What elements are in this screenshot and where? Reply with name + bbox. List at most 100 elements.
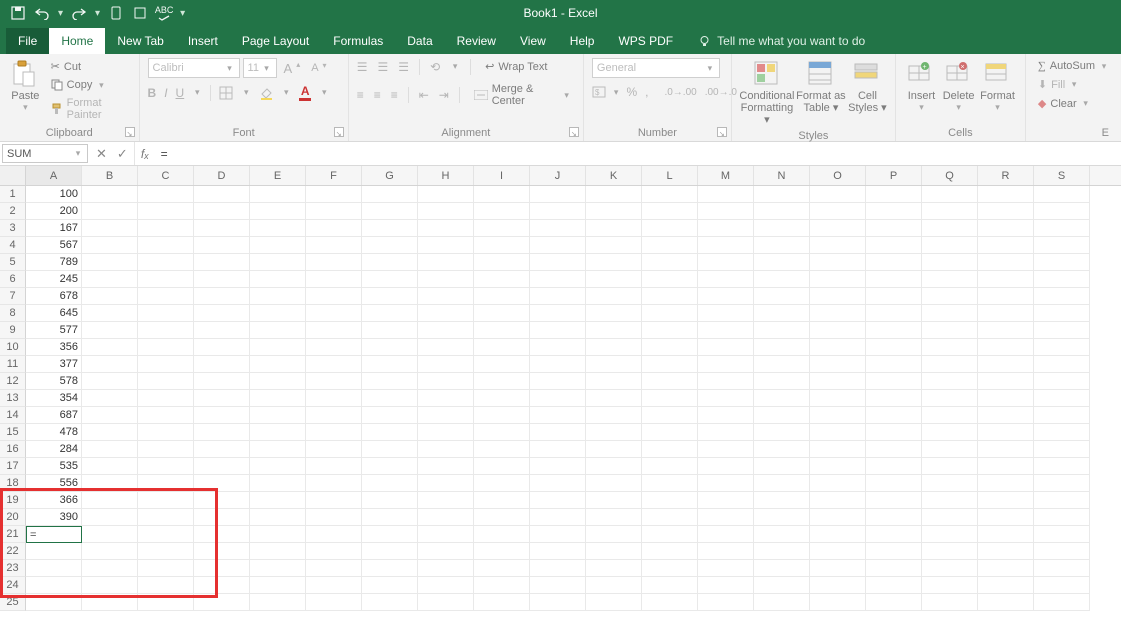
cell-H20[interactable] — [418, 509, 474, 526]
decrease-font-icon[interactable]: A▾ — [307, 60, 330, 76]
column-header-G[interactable]: G — [362, 166, 418, 185]
cell-I14[interactable] — [474, 407, 530, 424]
cell-S8[interactable] — [1034, 305, 1090, 322]
cell-Q3[interactable] — [922, 220, 978, 237]
cell-M5[interactable] — [698, 254, 754, 271]
cell-J16[interactable] — [530, 441, 586, 458]
cell-M21[interactable] — [698, 526, 754, 543]
cell-Q1[interactable] — [922, 186, 978, 203]
cell-D15[interactable] — [194, 424, 250, 441]
cell-Q21[interactable] — [922, 526, 978, 543]
new-icon[interactable] — [132, 5, 148, 21]
cell-R7[interactable] — [978, 288, 1034, 305]
column-header-I[interactable]: I — [474, 166, 530, 185]
row-header-1[interactable]: 1 — [0, 186, 26, 203]
cell-D12[interactable] — [194, 373, 250, 390]
cell-R11[interactable] — [978, 356, 1034, 373]
fill-color-button[interactable] — [259, 86, 273, 100]
cell-O3[interactable] — [810, 220, 866, 237]
cell-O17[interactable] — [810, 458, 866, 475]
cell-H14[interactable] — [418, 407, 474, 424]
cell-D20[interactable] — [194, 509, 250, 526]
tab-wps-pdf[interactable]: WPS PDF — [606, 28, 685, 54]
row-header-24[interactable]: 24 — [0, 577, 26, 594]
row-header-16[interactable]: 16 — [0, 441, 26, 458]
cell-G18[interactable] — [362, 475, 418, 492]
cell-F25[interactable] — [306, 594, 362, 611]
cell-I1[interactable] — [474, 186, 530, 203]
cell-C13[interactable] — [138, 390, 194, 407]
cell-I17[interactable] — [474, 458, 530, 475]
cell-L14[interactable] — [642, 407, 698, 424]
cancel-formula-icon[interactable]: ✕ — [96, 146, 107, 162]
font-dialog-launcher[interactable] — [334, 127, 344, 137]
format-cells-button[interactable]: Format▾ — [978, 58, 1017, 115]
cell-O24[interactable] — [810, 577, 866, 594]
cell-P14[interactable] — [866, 407, 922, 424]
cell-R2[interactable] — [978, 203, 1034, 220]
cell-B22[interactable] — [82, 543, 138, 560]
cell-A24[interactable] — [26, 577, 82, 594]
cell-H16[interactable] — [418, 441, 474, 458]
align-top-icon[interactable]: ☰ — [357, 60, 368, 74]
cell-R12[interactable] — [978, 373, 1034, 390]
cell-S4[interactable] — [1034, 237, 1090, 254]
cell-O1[interactable] — [810, 186, 866, 203]
cell-A21[interactable]: = — [26, 526, 82, 543]
paste-button[interactable]: Paste ▾ — [8, 58, 43, 123]
cell-S3[interactable] — [1034, 220, 1090, 237]
cell-K19[interactable] — [586, 492, 642, 509]
cell-Q9[interactable] — [922, 322, 978, 339]
cell-P17[interactable] — [866, 458, 922, 475]
cell-F12[interactable] — [306, 373, 362, 390]
column-header-S[interactable]: S — [1034, 166, 1090, 185]
cell-A25[interactable] — [26, 594, 82, 611]
cell-P8[interactable] — [866, 305, 922, 322]
cell-I15[interactable] — [474, 424, 530, 441]
cell-A18[interactable]: 556 — [26, 475, 82, 492]
cell-A2[interactable]: 200 — [26, 203, 82, 220]
cell-F3[interactable] — [306, 220, 362, 237]
cell-K3[interactable] — [586, 220, 642, 237]
cell-O14[interactable] — [810, 407, 866, 424]
cell-H9[interactable] — [418, 322, 474, 339]
cell-B3[interactable] — [82, 220, 138, 237]
cell-H12[interactable] — [418, 373, 474, 390]
cell-S21[interactable] — [1034, 526, 1090, 543]
cell-H17[interactable] — [418, 458, 474, 475]
row-header-6[interactable]: 6 — [0, 271, 26, 288]
cell-J21[interactable] — [530, 526, 586, 543]
select-all-corner[interactable] — [0, 166, 26, 185]
cell-K11[interactable] — [586, 356, 642, 373]
column-header-A[interactable]: A — [26, 166, 82, 185]
cell-J22[interactable] — [530, 543, 586, 560]
cell-J3[interactable] — [530, 220, 586, 237]
cell-E20[interactable] — [250, 509, 306, 526]
cell-C24[interactable] — [138, 577, 194, 594]
cell-J19[interactable] — [530, 492, 586, 509]
cell-P12[interactable] — [866, 373, 922, 390]
cell-B25[interactable] — [82, 594, 138, 611]
cell-B16[interactable] — [82, 441, 138, 458]
cell-A8[interactable]: 645 — [26, 305, 82, 322]
cell-F1[interactable] — [306, 186, 362, 203]
number-dialog-launcher[interactable] — [717, 127, 727, 137]
cell-C3[interactable] — [138, 220, 194, 237]
tab-new-tab[interactable]: New Tab — [105, 28, 175, 54]
cell-B5[interactable] — [82, 254, 138, 271]
cell-J13[interactable] — [530, 390, 586, 407]
cell-A17[interactable]: 535 — [26, 458, 82, 475]
merge-center-button[interactable]: Merge & Center▾ — [470, 81, 575, 109]
column-header-R[interactable]: R — [978, 166, 1034, 185]
cell-I19[interactable] — [474, 492, 530, 509]
cell-H8[interactable] — [418, 305, 474, 322]
cell-S2[interactable] — [1034, 203, 1090, 220]
cell-A1[interactable]: 100 — [26, 186, 82, 203]
cell-F21[interactable] — [306, 526, 362, 543]
column-header-Q[interactable]: Q — [922, 166, 978, 185]
cell-A10[interactable]: 356 — [26, 339, 82, 356]
cell-S24[interactable] — [1034, 577, 1090, 594]
cell-B4[interactable] — [82, 237, 138, 254]
cell-S9[interactable] — [1034, 322, 1090, 339]
cell-C18[interactable] — [138, 475, 194, 492]
